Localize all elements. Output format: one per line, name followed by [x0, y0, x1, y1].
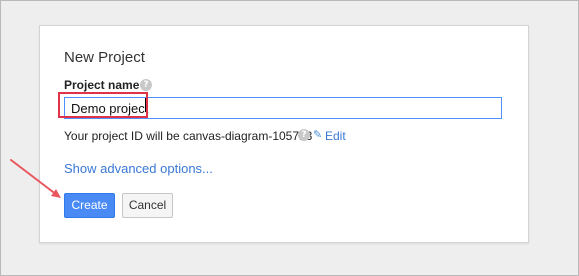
project-name-input[interactable]	[64, 97, 502, 119]
page-background: New Project Project name ? Your project …	[0, 0, 579, 276]
project-name-label: Project name	[64, 78, 140, 92]
edit-project-id-link[interactable]: Edit	[325, 129, 346, 143]
dialog-title: New Project	[64, 49, 145, 66]
show-advanced-options-link[interactable]: Show advanced options...	[64, 161, 213, 176]
cancel-button[interactable]: Cancel	[122, 193, 173, 218]
project-id-text: Your project ID will be canvas-diagram-1…	[64, 129, 313, 143]
help-icon[interactable]: ?	[140, 79, 152, 91]
text-cursor	[145, 98, 146, 112]
edit-icon[interactable]: ✎	[313, 129, 322, 141]
create-button[interactable]: Create	[64, 193, 115, 218]
help-icon[interactable]: ?	[298, 129, 310, 141]
new-project-dialog: New Project Project name ? Your project …	[39, 25, 529, 243]
